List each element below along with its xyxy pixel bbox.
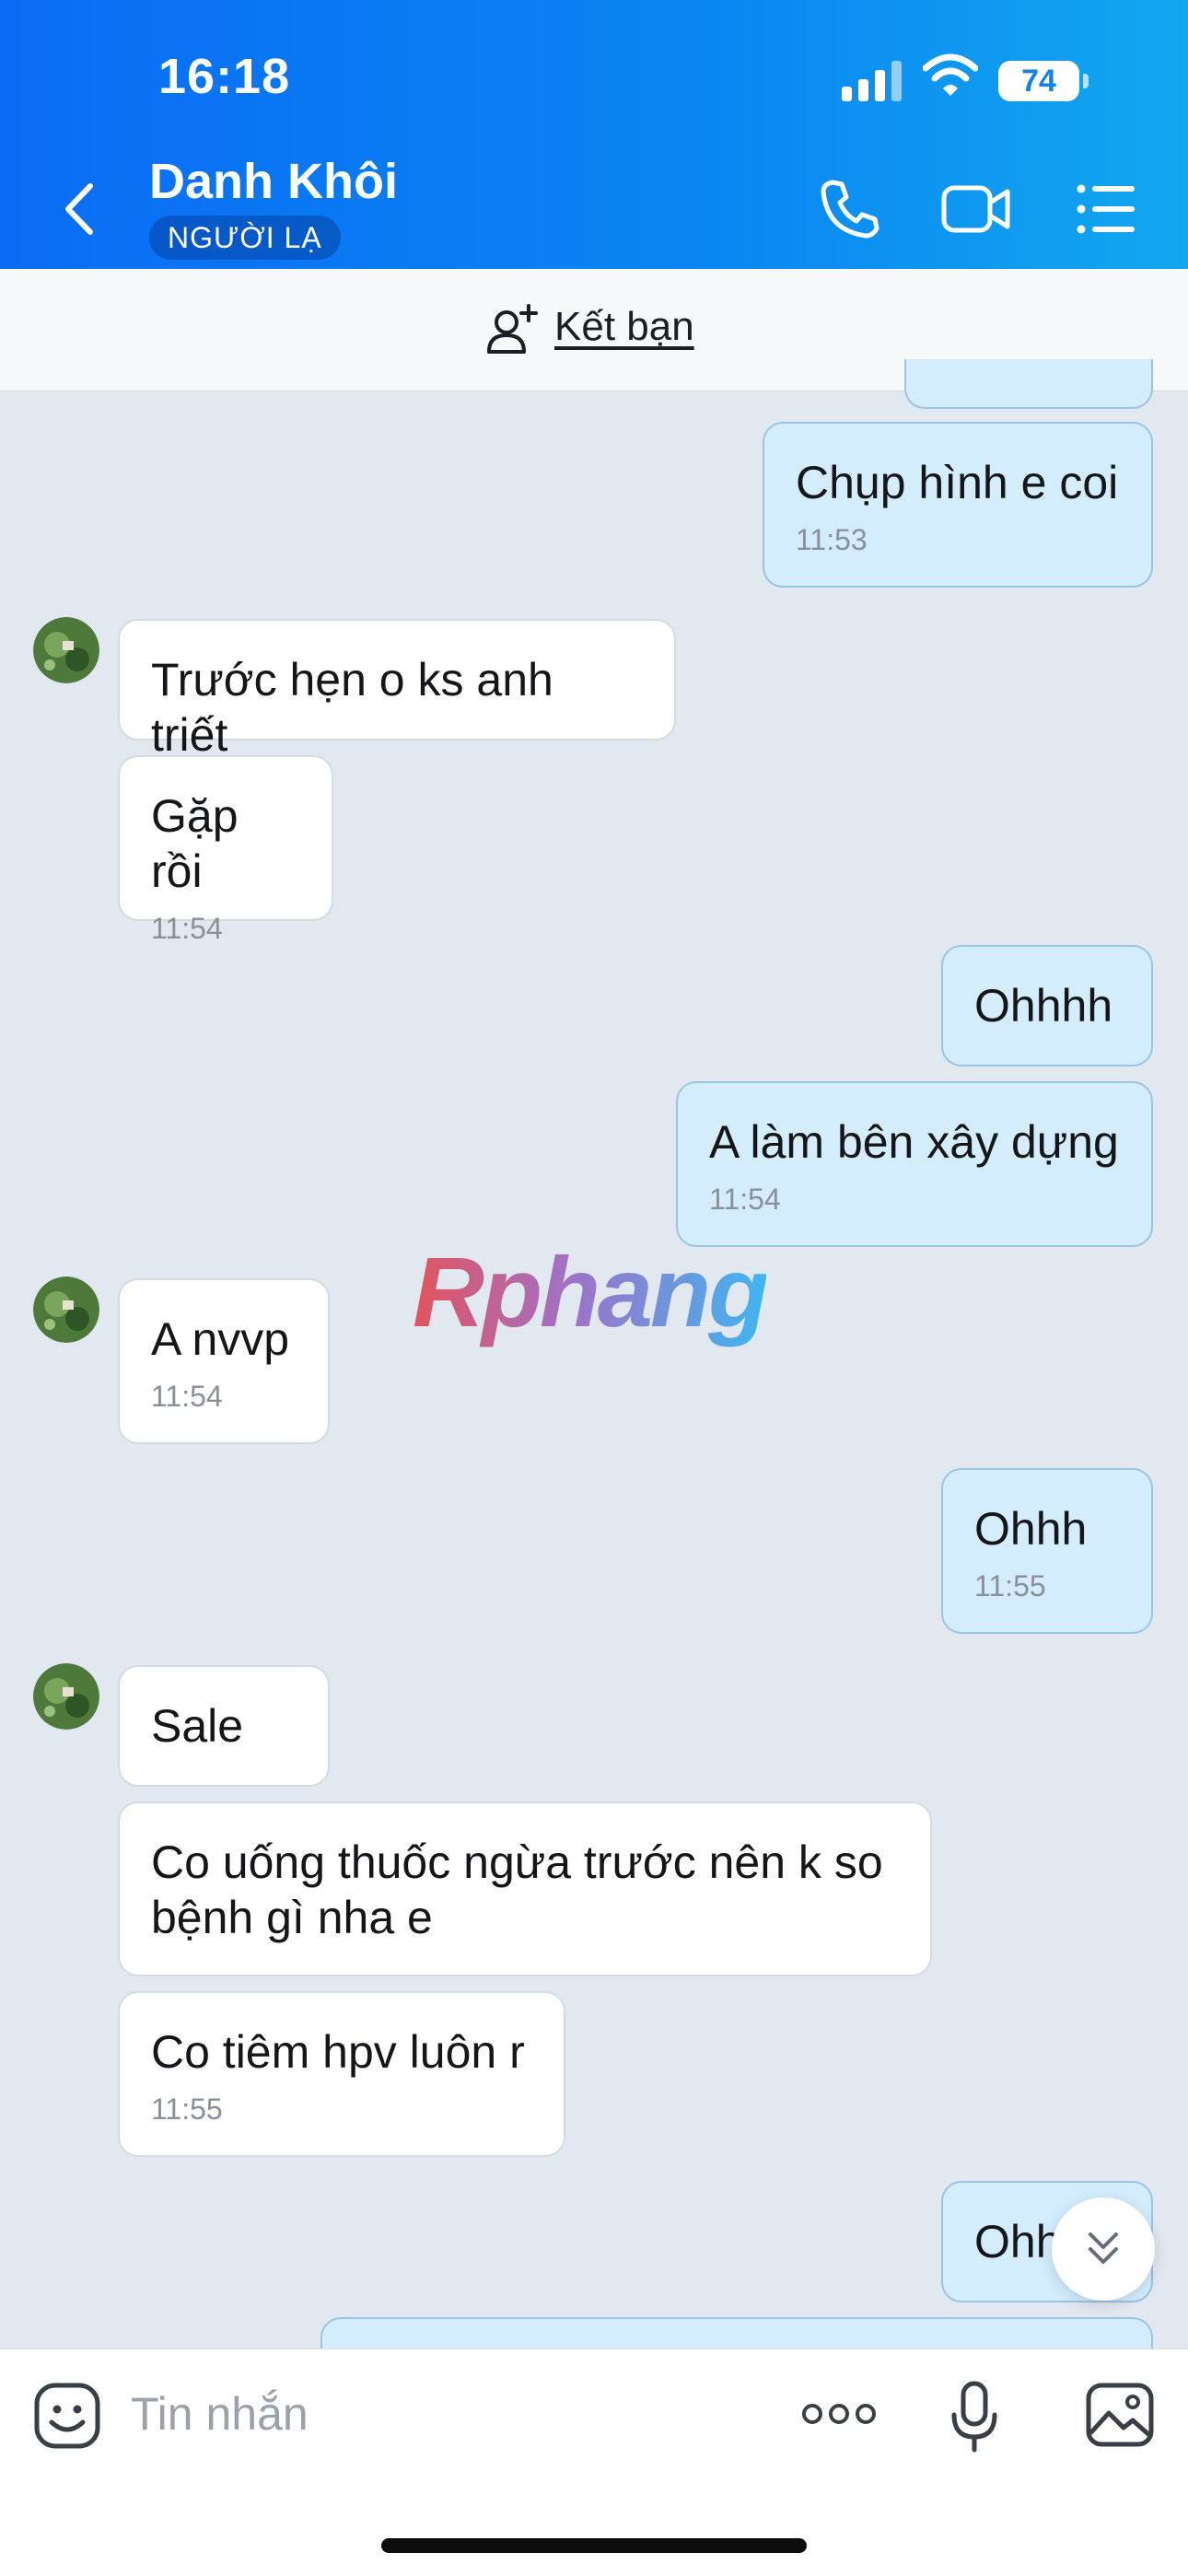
- battery-nub: [1083, 74, 1089, 88]
- emoji-icon[interactable]: [33, 2382, 101, 2450]
- message-text: Ohhhh: [974, 980, 1113, 1032]
- back-icon[interactable]: [57, 179, 103, 239]
- message-time: 11:54: [151, 912, 223, 945]
- message-bubble-outgoing[interactable]: Ohhh 11:55: [941, 1468, 1153, 1634]
- add-friend-button[interactable]: Kết bạn: [554, 304, 694, 350]
- message-bubble-outgoing[interactable]: A làm bên xây dựng 11:54: [676, 1081, 1153, 1247]
- message-text: Co tiêm hpv luôn r: [151, 2026, 525, 2078]
- message-bubble-outgoing[interactable]: Ohhhh: [941, 945, 1153, 1067]
- message-time: 11:53: [796, 523, 868, 556]
- message-text: Co uống thuốc ngừa trước nên k so bệnh g…: [151, 1836, 883, 1943]
- message-time: 11:55: [151, 2092, 223, 2126]
- chat-header: 16:18 74 Danh Khôi NGƯỜI LẠ: [0, 0, 1188, 269]
- contact-name[interactable]: Danh Khôi: [149, 153, 398, 210]
- message-text: Ohhh: [974, 1503, 1088, 1555]
- partial-outgoing-bubble: [904, 359, 1153, 409]
- message-text: Ohh: [974, 2216, 1062, 2267]
- video-call-icon[interactable]: [941, 177, 1011, 241]
- status-time: 16:18: [158, 49, 291, 104]
- message-bubble-incoming[interactable]: Gặp rồi 11:54: [118, 755, 333, 945]
- home-indicator: [381, 2538, 807, 2553]
- menu-list-icon[interactable]: [1076, 177, 1136, 241]
- avatar[interactable]: [33, 1276, 99, 1343]
- wifi-icon: [923, 53, 978, 96]
- message-text: A nvvp: [151, 1313, 290, 1365]
- message-input[interactable]: Tin nhắn: [131, 2387, 309, 2441]
- message-bubble-incoming[interactable]: A nvvp 11:54: [118, 1278, 330, 1444]
- message-text: Trước hẹn o ks anh triết: [151, 654, 553, 761]
- message-time: 11:54: [151, 1380, 223, 1413]
- scroll-to-bottom-button[interactable]: [1052, 2197, 1155, 2301]
- message-bubble-incoming[interactable]: Co uống thuốc ngừa trước nên k so bệnh g…: [118, 1801, 932, 1976]
- message-bubble-incoming[interactable]: Sale: [118, 1665, 330, 1787]
- message-time: 11:55: [974, 1569, 1046, 1603]
- message-text: Gặp rồi: [151, 790, 239, 897]
- phone-icon[interactable]: [818, 177, 882, 241]
- add-friend-icon[interactable]: [486, 304, 538, 356]
- message-bubble-outgoing[interactable]: Chụp hình e coi 11:53: [763, 422, 1153, 588]
- more-icon[interactable]: [801, 2398, 877, 2430]
- battery-level: 74: [998, 61, 1079, 101]
- avatar[interactable]: [33, 617, 99, 683]
- stranger-badge: NGƯỜI LẠ: [149, 216, 341, 260]
- watermark: Rphang: [413, 1236, 769, 1347]
- chevron-double-down-icon: [1089, 2232, 1118, 2264]
- message-text: A làm bên xây dựng: [709, 1116, 1119, 1168]
- microphone-icon[interactable]: [949, 2380, 1000, 2454]
- message-text: Sale: [151, 1700, 244, 1752]
- message-time: 11:54: [709, 1183, 781, 1216]
- cellular-signal-icon: [842, 59, 903, 101]
- message-bubble-incoming[interactable]: Trước hẹn o ks anh triết: [118, 619, 676, 761]
- image-icon[interactable]: [1085, 2382, 1155, 2448]
- avatar[interactable]: [33, 1663, 99, 1730]
- message-text: Chụp hình e coi: [796, 457, 1119, 508]
- message-bubble-incoming[interactable]: Co tiêm hpv luôn r 11:55: [118, 1991, 565, 2157]
